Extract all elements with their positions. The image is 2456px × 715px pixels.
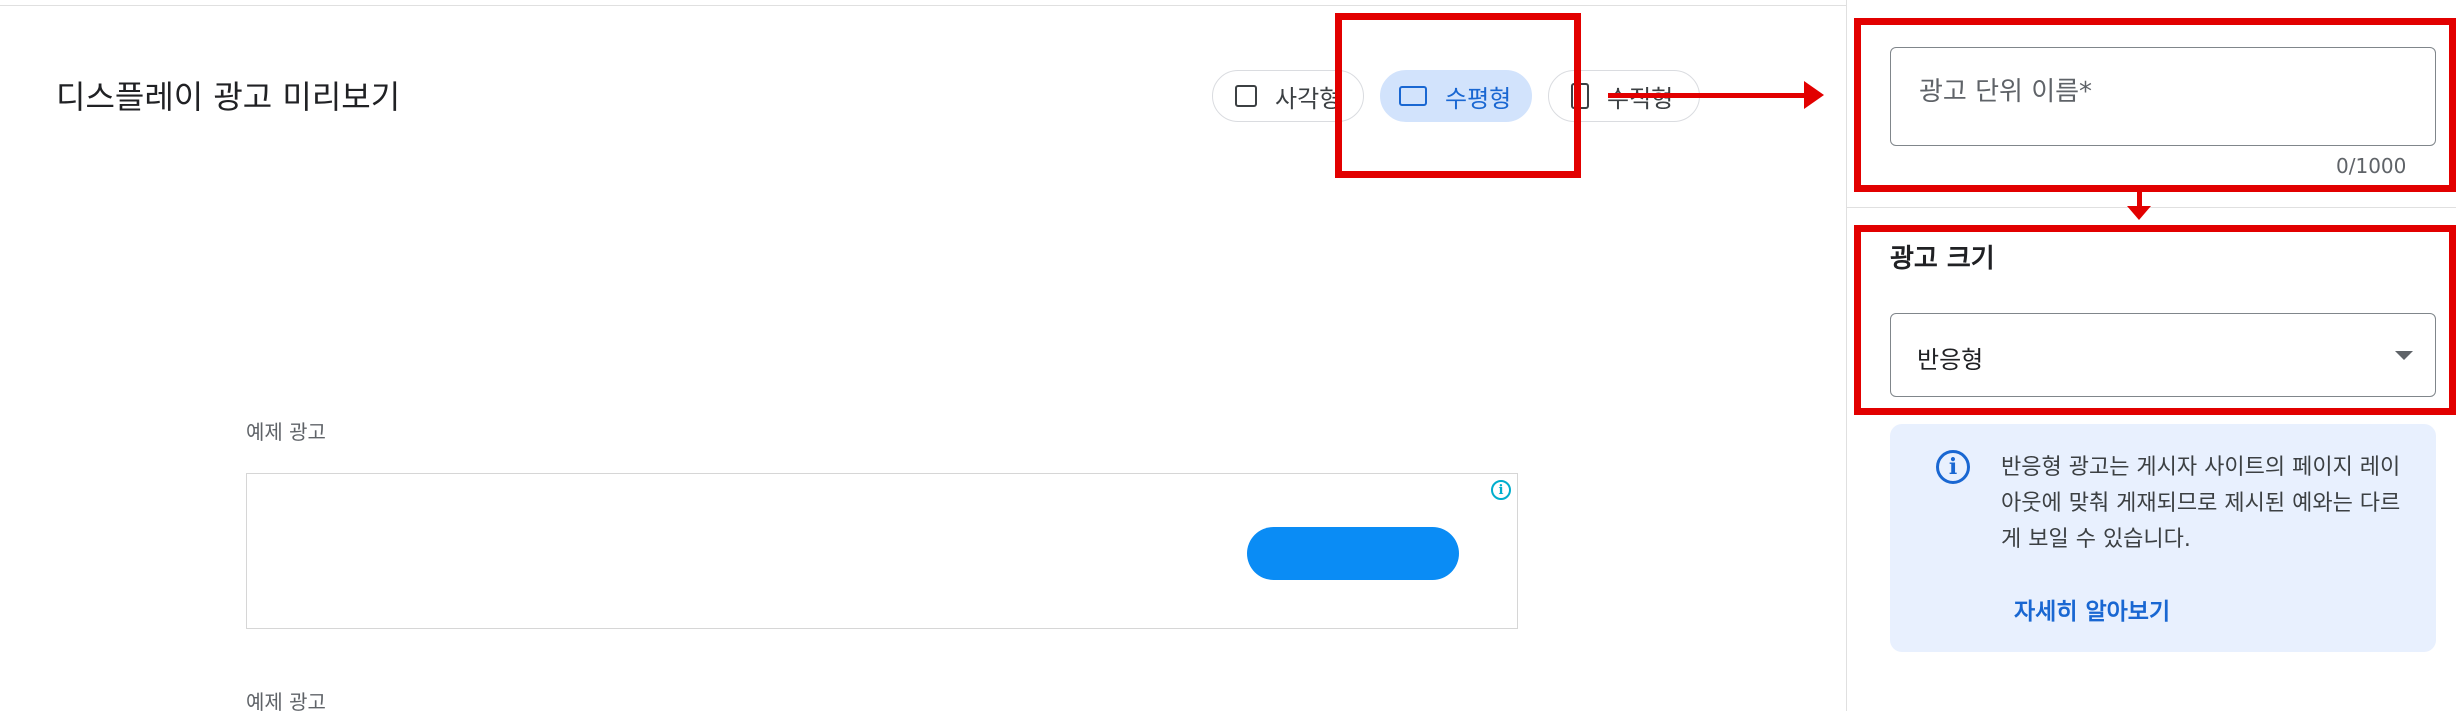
ad-size-select[interactable]: 반응형 (1890, 313, 2436, 397)
responsive-info-box: i 반응형 광고는 게시자 사이트의 페이지 레이아웃에 맞춰 게재되므로 제시… (1890, 424, 2436, 652)
page-title: 디스플레이 광고 미리보기 (56, 78, 401, 116)
ad-choices-icon[interactable]: i (1491, 480, 1511, 500)
preview-panel: 디스플레이 광고 미리보기 사각형 수평형 수직형 예제 광고 i 예제 광고 (0, 0, 1846, 714)
horizontal-rectangle-icon (1399, 86, 1427, 106)
annotation-arrow-down-head (2127, 206, 2151, 220)
ad-unit-name-input[interactable] (1917, 76, 2401, 108)
vertical-rectangle-icon (1571, 83, 1589, 109)
section-divider (1847, 207, 2456, 208)
dropdown-arrow-icon (2395, 351, 2413, 360)
annotation-arrow-down (2137, 192, 2142, 206)
info-text: 반응형 광고는 게시자 사이트의 페이지 레이아웃에 맞춰 게재되므로 제시된 … (2001, 455, 2401, 552)
sample-ad-frame: i (246, 473, 1518, 629)
ad-cta-button[interactable] (1247, 527, 1459, 580)
learn-more-link[interactable]: 자세히 알아보기 (2014, 592, 2170, 626)
format-square-label: 사각형 (1275, 84, 1342, 113)
square-icon (1235, 85, 1257, 107)
annotation-arrow-right (1608, 93, 1808, 98)
char-counter: 0/1000 (2336, 154, 2407, 178)
ad-size-value: 반응형 (1917, 346, 1984, 374)
sample-ad-label: 예제 광고 (246, 420, 326, 444)
format-square-chip[interactable]: 사각형 (1212, 70, 1364, 122)
annotation-arrow-right-head (1804, 81, 1824, 109)
format-horizontal-label: 수평형 (1445, 84, 1512, 113)
ad-size-heading: 광고 크기 (1890, 244, 1995, 274)
info-icon: i (1936, 450, 1970, 484)
format-horizontal-chip[interactable]: 수평형 (1380, 70, 1532, 122)
ad-unit-name-field[interactable] (1890, 47, 2436, 146)
